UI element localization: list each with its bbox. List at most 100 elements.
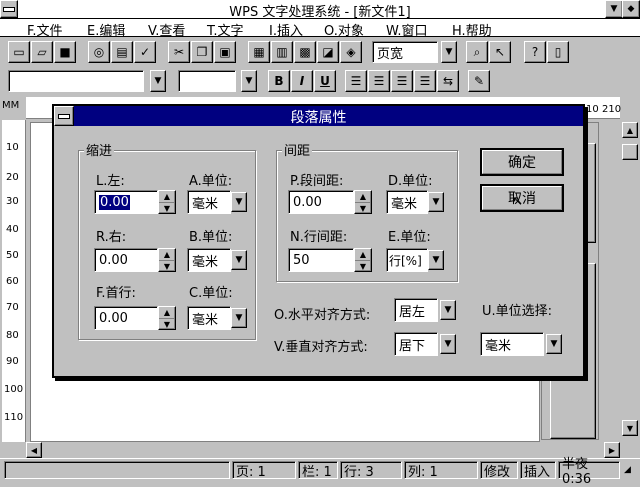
horizontal-align-dropdown[interactable]: ▼ — [440, 300, 456, 320]
horizontal-scrollbar[interactable]: ◀ ▶ — [26, 442, 620, 458]
first-line-spinner[interactable]: ▲ ▼ — [158, 306, 176, 330]
pointer-button[interactable]: ↖ — [489, 41, 511, 63]
ok-button[interactable]: 确定 — [480, 148, 564, 176]
menu-file[interactable]: F.文件 — [27, 20, 63, 39]
para-spacing-input[interactable]: 0.00 — [288, 190, 354, 214]
spin-up-icon[interactable]: ▲ — [159, 307, 175, 319]
align-center-button[interactable]: ☰ — [368, 70, 390, 92]
scroll-up-button[interactable]: ▲ — [622, 122, 638, 138]
book-button[interactable]: ▯ — [547, 41, 569, 63]
spin-up-icon[interactable]: ▲ — [355, 191, 371, 203]
vertical-align-dropdown[interactable]: ▼ — [440, 334, 456, 354]
left-unit-select[interactable]: 毫米 — [187, 190, 231, 214]
spin-down-icon[interactable]: ▼ — [159, 319, 175, 330]
view-combo[interactable]: 页宽 — [372, 41, 438, 63]
vertical-scrollbar[interactable]: ▲ ▼ — [620, 120, 640, 458]
pointer-icon: ↖ — [494, 45, 506, 59]
unit-select-dropdown[interactable]: ▼ — [546, 334, 562, 354]
justify-button[interactable]: ☰ — [414, 70, 436, 92]
print-button[interactable]: ▤ — [111, 41, 133, 63]
status-mode[interactable]: 修改 — [480, 461, 518, 480]
font-size-combo[interactable] — [178, 70, 236, 92]
spin-up-icon[interactable]: ▲ — [355, 249, 371, 261]
right-indent-input[interactable]: 0.00 — [94, 248, 158, 272]
unit-select[interactable]: 毫米 — [480, 332, 544, 356]
paste-button[interactable]: ▣ — [214, 41, 236, 63]
menu-edit[interactable]: E.编辑 — [87, 20, 125, 39]
zoom-button[interactable]: ⌕ — [466, 41, 488, 63]
menu-window[interactable]: W.窗口 — [386, 20, 428, 39]
format-toolbar: ▼ ▼ B I U ☰ ☰ ☰ ☰ ⇆ ✎ — [0, 66, 640, 96]
menu-view[interactable]: V.查看 — [148, 20, 185, 39]
line-unit-dropdown[interactable]: ▼ — [428, 250, 444, 270]
menu-insert[interactable]: I.插入 — [269, 20, 303, 39]
status-insert[interactable]: 插入 — [520, 461, 556, 480]
line-spacing-input[interactable]: 50 — [288, 248, 354, 272]
menu-object[interactable]: O.对象 — [324, 20, 364, 39]
right-unit-select[interactable]: 毫米 — [187, 248, 231, 272]
table-button[interactable]: ▦ — [248, 41, 270, 63]
align-right-button[interactable]: ☰ — [391, 70, 413, 92]
scroll-down-button[interactable]: ▼ — [622, 420, 638, 436]
arrow-up-icon: ▲ — [626, 125, 634, 135]
first-unit-dropdown[interactable]: ▼ — [231, 308, 247, 328]
maximize-button[interactable]: ◆ — [622, 0, 640, 18]
font-name-combo[interactable] — [8, 70, 144, 92]
save-icon: ■ — [59, 45, 71, 59]
right-unit-dropdown[interactable]: ▼ — [231, 250, 247, 270]
scroll-thumb[interactable] — [622, 144, 638, 160]
minimize-button[interactable]: ▼ — [605, 0, 623, 18]
status-column: 栏: 1 — [298, 461, 338, 480]
spin-down-icon[interactable]: ▼ — [355, 203, 371, 214]
scroll-left-button[interactable]: ◀ — [26, 442, 42, 458]
paint-format-button[interactable]: ✎ — [468, 70, 490, 92]
spin-up-icon[interactable]: ▲ — [159, 191, 175, 203]
chart-button[interactable]: ◈ — [340, 41, 362, 63]
cut-button[interactable]: ✂ — [168, 41, 190, 63]
text-frame-button[interactable]: ▥ — [271, 41, 293, 63]
chevron-down-icon: ▼ — [432, 255, 440, 265]
left-indent-spinner[interactable]: ▲ ▼ — [158, 190, 176, 214]
left-unit-dropdown[interactable]: ▼ — [231, 192, 247, 212]
view-combo-dropdown[interactable]: ▼ — [441, 41, 457, 63]
para-unit-dropdown[interactable]: ▼ — [428, 192, 444, 212]
copy-button[interactable]: ❐ — [191, 41, 213, 63]
horizontal-align-select[interactable]: 居左 — [394, 298, 438, 322]
open-file-button[interactable]: ▱ — [31, 41, 53, 63]
spin-up-icon[interactable]: ▲ — [159, 249, 175, 261]
menu-text[interactable]: T.文字 — [207, 20, 244, 39]
para-spacing-spinner[interactable]: ▲ ▼ — [354, 190, 372, 214]
para-unit-select[interactable]: 毫米 — [386, 190, 428, 214]
insert-object-button[interactable]: ◪ — [317, 41, 339, 63]
distribute-button[interactable]: ⇆ — [437, 70, 459, 92]
new-file-button[interactable]: ▭ — [8, 41, 30, 63]
chevron-down-icon: ▼ — [235, 197, 243, 207]
line-unit-select[interactable]: 行[%] — [386, 248, 428, 272]
first-unit-select[interactable]: 毫米 — [187, 306, 231, 330]
italic-button[interactable]: I — [291, 70, 313, 92]
font-size-dropdown[interactable]: ▼ — [241, 70, 257, 92]
menu-help[interactable]: H.帮助 — [452, 20, 492, 39]
resize-grip-icon[interactable]: ◢ — [624, 465, 636, 477]
spin-down-icon[interactable]: ▼ — [159, 261, 175, 272]
image-frame-button[interactable]: ▩ — [294, 41, 316, 63]
font-name-dropdown[interactable]: ▼ — [150, 70, 166, 92]
first-line-input[interactable]: 0.00 — [94, 306, 158, 330]
spin-down-icon[interactable]: ▼ — [159, 203, 175, 214]
line-spacing-spinner[interactable]: ▲ ▼ — [354, 248, 372, 272]
help-button[interactable]: ? — [524, 41, 546, 63]
left-indent-input[interactable]: 0.00 — [94, 190, 158, 214]
vertical-align-select[interactable]: 居下 — [394, 332, 438, 356]
left-unit-label: A.单位: — [189, 174, 233, 189]
print-preview-button[interactable]: ◎ — [88, 41, 110, 63]
spell-check-button[interactable]: ✓ — [134, 41, 156, 63]
bold-button[interactable]: B — [268, 70, 290, 92]
save-button[interactable]: ■ — [54, 41, 76, 63]
underline-button[interactable]: U — [314, 70, 336, 92]
title-bar: WPS 文字处理系统 - [新文件1] ▼ ◆ — [0, 0, 640, 20]
align-left-button[interactable]: ☰ — [345, 70, 367, 92]
right-indent-spinner[interactable]: ▲ ▼ — [158, 248, 176, 272]
right-indent-label: R.右: — [96, 230, 127, 245]
spin-down-icon[interactable]: ▼ — [355, 261, 371, 272]
scissors-icon: ✂ — [173, 45, 185, 59]
